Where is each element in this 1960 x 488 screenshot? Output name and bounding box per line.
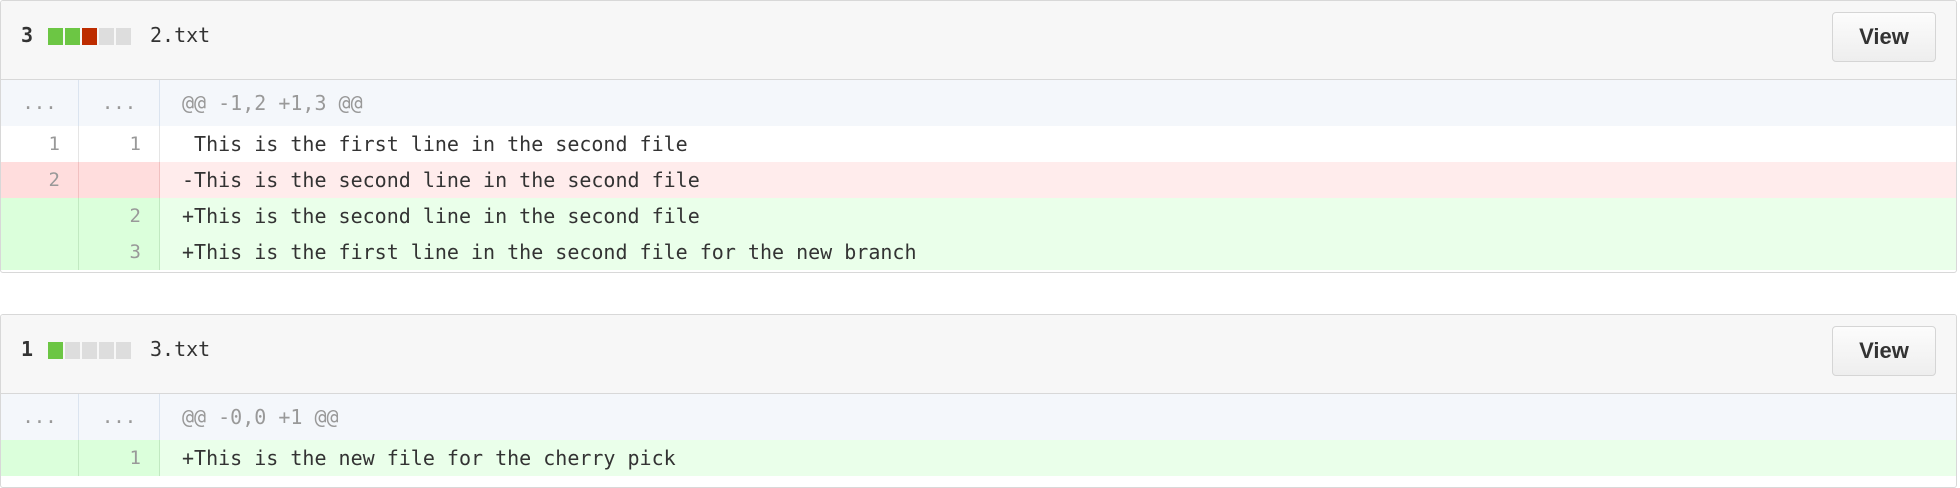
view-file-button[interactable]: View xyxy=(1832,12,1936,62)
diffstat-block-neutral xyxy=(65,342,80,359)
line-number-old[interactable] xyxy=(1,198,79,234)
diffstat-block-add xyxy=(48,28,63,45)
diff-row-addition: 3 +This is the first line in the second … xyxy=(1,234,1956,270)
file-header: 3 2.txt View xyxy=(1,1,1956,80)
file-name[interactable]: 2.txt xyxy=(150,24,210,46)
code-line: +This is the new file for the cherry pic… xyxy=(182,446,676,470)
hunk-header-row: ... ... @@ -1,2 +1,3 @@ xyxy=(1,80,1956,126)
diffstat-block-neutral xyxy=(99,28,114,45)
code-line: -This is the second line in the second f… xyxy=(182,168,700,192)
code-line: +This is the second line in the second f… xyxy=(182,204,700,228)
line-number-new[interactable]: 3 xyxy=(79,234,160,270)
diffstat-bar xyxy=(48,342,131,359)
diffstat-block-neutral xyxy=(116,28,131,45)
file-header: 1 3.txt View xyxy=(1,315,1956,394)
expand-right[interactable]: ... xyxy=(79,80,160,126)
diffstat-block-add xyxy=(65,28,80,45)
line-number-new[interactable]: 2 xyxy=(79,198,160,234)
line-number-new[interactable]: 1 xyxy=(79,126,160,162)
diff-count: 1 xyxy=(21,337,34,361)
file-name[interactable]: 3.txt xyxy=(150,338,210,360)
diff-table: ... ... @@ -1,2 +1,3 @@ 1 1 This is the … xyxy=(1,80,1956,270)
diffstat-block-add xyxy=(48,342,63,359)
hunk-header: @@ -0,0 +1 @@ xyxy=(182,405,339,429)
line-number-old[interactable]: 1 xyxy=(1,126,79,162)
line-number-old[interactable] xyxy=(1,234,79,270)
diff-row-addition: 2 +This is the second line in the second… xyxy=(1,198,1956,234)
diffstat-block-neutral xyxy=(99,342,114,359)
diff-table: ... ... @@ -0,0 +1 @@ 1 +This is the new… xyxy=(1,394,1956,476)
diffstat-bar xyxy=(48,28,131,45)
diff-row-addition: 1 +This is the new file for the cherry p… xyxy=(1,440,1956,476)
line-number-new[interactable] xyxy=(79,162,160,198)
expand-left[interactable]: ... xyxy=(1,80,79,126)
code-line: +This is the first line in the second fi… xyxy=(182,240,917,264)
hunk-header-row: ... ... @@ -0,0 +1 @@ xyxy=(1,394,1956,440)
expand-right[interactable]: ... xyxy=(79,394,160,440)
hunk-header: @@ -1,2 +1,3 @@ xyxy=(182,91,363,115)
diffstat-block-neutral xyxy=(116,342,131,359)
expand-left[interactable]: ... xyxy=(1,394,79,440)
diff-row-context: 1 1 This is the first line in the second… xyxy=(1,126,1956,162)
file-diff-2-txt: 3 2.txt View ... ... @@ -1,2 +1,3 @@ 1 1… xyxy=(0,0,1957,273)
line-number-old[interactable]: 2 xyxy=(1,162,79,198)
diff-count: 3 xyxy=(21,23,34,47)
diff-row-deletion: 2 -This is the second line in the second… xyxy=(1,162,1956,198)
line-number-new[interactable]: 1 xyxy=(79,440,160,476)
diffstat-block-delete xyxy=(82,28,97,45)
diffstat-block-neutral xyxy=(82,342,97,359)
file-diff-3-txt: 1 3.txt View ... ... @@ -0,0 +1 @@ 1 +Th… xyxy=(0,314,1957,488)
view-file-button[interactable]: View xyxy=(1832,326,1936,376)
line-number-old[interactable] xyxy=(1,440,79,476)
code-line: This is the first line in the second fil… xyxy=(182,132,688,156)
